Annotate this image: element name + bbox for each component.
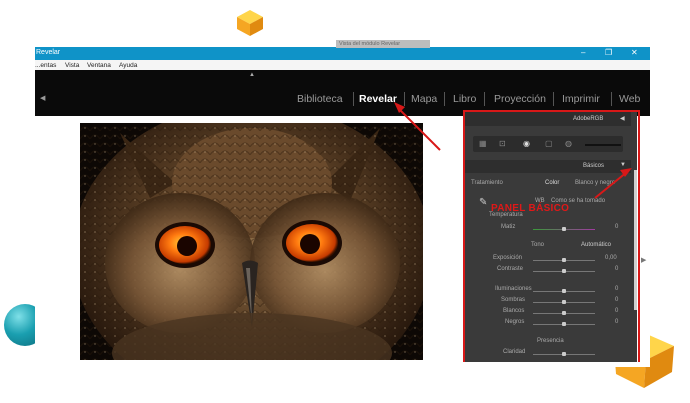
menu-help[interactable]: Ayuda	[119, 62, 137, 69]
window-title: Revelar	[36, 49, 61, 56]
module-separator	[404, 92, 405, 106]
module-separator	[553, 92, 554, 106]
module-biblioteca[interactable]: Biblioteca	[297, 93, 343, 105]
module-separator	[611, 92, 612, 106]
menu-tools[interactable]: ...entas	[35, 62, 56, 69]
minimize-button[interactable]: –	[581, 48, 585, 58]
title-bar: Revelar – ❐ ✕	[35, 47, 650, 60]
close-button[interactable]: ✕	[631, 48, 638, 58]
module-separator	[353, 92, 354, 106]
owl-photo	[80, 123, 423, 360]
decorative-cube-icon	[237, 10, 263, 36]
module-separator	[484, 92, 485, 106]
expand-right-icon[interactable]: ▶	[641, 256, 646, 264]
menu-view[interactable]: Vista	[65, 62, 79, 69]
menu-window[interactable]: Ventana	[87, 62, 111, 69]
module-web[interactable]: Web	[619, 93, 640, 105]
menu-bar: ...entas Vista Ventana Ayuda	[35, 60, 650, 70]
module-mapa[interactable]: Mapa	[411, 93, 437, 105]
collapse-left-icon[interactable]: ◀	[40, 94, 45, 102]
collapse-top-icon[interactable]: ▲	[249, 72, 255, 78]
maximize-button[interactable]: ❐	[605, 48, 612, 58]
module-proyeccion[interactable]: Proyección	[494, 93, 546, 105]
module-separator	[444, 92, 445, 106]
panel-highlight-frame	[463, 110, 640, 362]
module-imprimir[interactable]: Imprimir	[562, 93, 600, 105]
tooltip: Vista del módulo Revelar	[336, 40, 430, 48]
panel-scrollbar[interactable]	[634, 170, 637, 310]
module-libro[interactable]: Libro	[453, 93, 476, 105]
panel-annotation-label: PANEL BÁSICO	[491, 203, 570, 214]
module-revelar[interactable]: Revelar	[359, 93, 397, 105]
